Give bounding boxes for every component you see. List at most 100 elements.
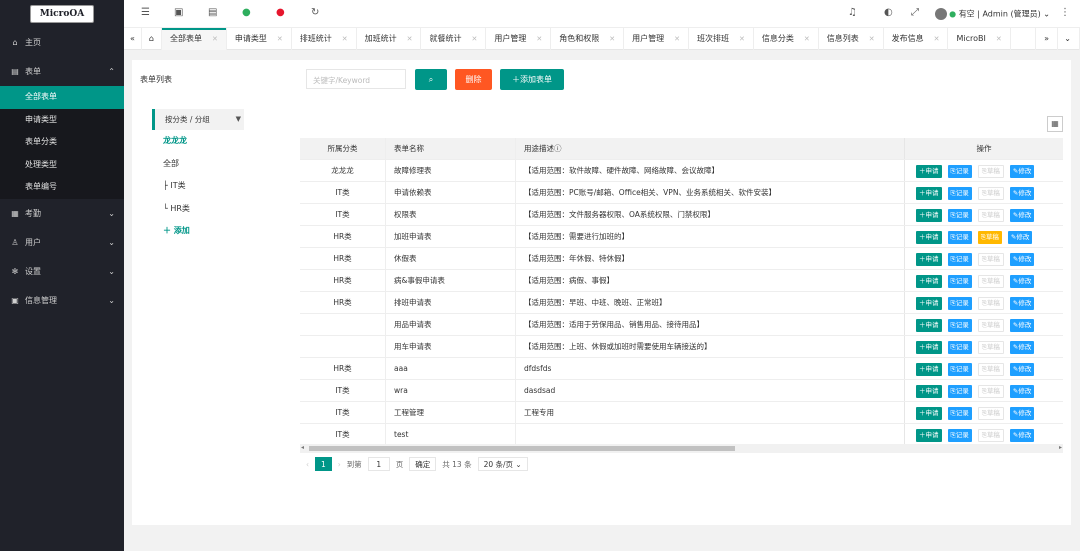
contact-icon[interactable]: ▣ <box>174 7 183 18</box>
add-form-button[interactable]: ＋添加表单 <box>500 69 564 90</box>
close-icon[interactable]: ✕ <box>471 35 477 43</box>
tab-item[interactable]: 就餐统计 ✕ <box>421 28 487 50</box>
edit-button[interactable]: ✎修改 <box>1009 341 1035 354</box>
edit-button[interactable]: ✎修改 <box>1009 187 1035 200</box>
records-button[interactable]: ⎘记录 <box>947 231 972 244</box>
table-row[interactable]: 用品申请表 【适用范围：适用于劳保用品、销售用品、接待用品】 ＋申请 ⎘记录 ⎘草稿 ✎修… <box>300 314 1063 336</box>
bell-icon[interactable]: ♫ <box>848 7 857 18</box>
scroll-thumb[interactable] <box>309 446 735 451</box>
table-row[interactable]: IT类 权限表 【适用范围：文件服务器权限、OA系统权限、门禁权限】 ＋申请 ⎘记录 ⎘草… <box>300 204 1063 226</box>
tree-item[interactable]: 龙龙龙 <box>152 130 244 153</box>
sidebar-item-info[interactable]: ▣ 信息管理 ⌄ <box>0 286 124 315</box>
drafts-button[interactable]: ⎘草稿 <box>977 253 1004 266</box>
drafts-button[interactable]: ⎘草稿 <box>977 407 1004 420</box>
records-button[interactable]: ⎘记录 <box>947 385 972 398</box>
tab-item[interactable]: 发布信息 ✕ <box>884 28 949 50</box>
records-button[interactable]: ⎘记录 <box>947 429 972 442</box>
close-icon[interactable]: ✕ <box>996 35 1002 43</box>
drafts-button[interactable]: ⎘草稿 <box>977 165 1004 178</box>
next-page-icon[interactable]: › <box>338 460 341 469</box>
table-row[interactable]: HR类 aaa dfdsfds ＋申请 ⎘记录 ⎘草稿 ✎修改 <box>300 358 1063 380</box>
close-icon[interactable]: ✕ <box>277 35 283 43</box>
table-row[interactable]: IT类 申请依赖表 【适用范围：PC账号/邮箱、Office相关、VPN、业务系统相… <box>300 182 1063 204</box>
apply-button[interactable]: ＋申请 <box>916 209 942 222</box>
sidebar-item-user[interactable]: ♙ 用户 ⌄ <box>0 228 124 257</box>
submenu-item[interactable]: 表单编号 <box>0 176 124 199</box>
tab-item[interactable]: 信息列表 ✕ <box>819 28 884 50</box>
search-button[interactable]: ⌕ <box>415 69 447 90</box>
tab-item[interactable]: 排班统计 ✕ <box>292 28 357 50</box>
drafts-button[interactable]: ⎘草稿 <box>977 231 1002 244</box>
wechat-icon[interactable]: ● <box>242 7 251 18</box>
close-icon[interactable]: ✕ <box>674 35 680 43</box>
records-button[interactable]: ⎘记录 <box>947 297 972 310</box>
horizontal-scrollbar[interactable]: ◂ ▸ <box>300 444 1063 453</box>
tree-item[interactable]: ＋ 添加 <box>152 220 244 243</box>
submenu-item[interactable]: 全部表单 <box>0 86 124 109</box>
sidebar-item-settings[interactable]: ✻ 设置 ⌄ <box>0 257 124 286</box>
table-row[interactable]: 龙龙龙 故障修理表 【适用范围：软件故障、硬件故障、网络故障、会议故障】 ＋申请 ⎘记录… <box>300 160 1063 182</box>
apply-button[interactable]: ＋申请 <box>916 165 942 178</box>
drafts-button[interactable]: ⎘草稿 <box>977 297 1004 310</box>
table-row[interactable]: 用车申请表 【适用范围：上班、休假或加班时需要使用车辆接送的】 ＋申请 ⎘记录 ⎘草稿 ✎… <box>300 336 1063 358</box>
table-row[interactable]: IT类 wra dasdsad ＋申请 ⎘记录 ⎘草稿 ✎修改 <box>300 380 1063 402</box>
tab-item[interactable]: 申请类型 ✕ <box>227 28 292 50</box>
tabs-menu-icon[interactable]: ⌄ <box>1056 28 1080 50</box>
tree-item[interactable]: ├ IT类 <box>152 175 244 198</box>
sidebar-item-form[interactable]: ▤ 表单 ⌃ <box>0 57 124 86</box>
table-row[interactable]: HR类 休假表 【适用范围：年休假、特休假】 ＋申请 ⎘记录 ⎘草稿 ✎修改 <box>300 248 1063 270</box>
menu-toggle-icon[interactable]: ☰ <box>141 7 150 18</box>
table-row[interactable]: IT类 工程管理 工程专用 ＋申请 ⎘记录 ⎘草稿 ✎修改 <box>300 402 1063 424</box>
records-button[interactable]: ⎘记录 <box>947 341 972 354</box>
document-icon[interactable]: ▤ <box>208 7 217 18</box>
drafts-button[interactable]: ⎘草稿 <box>977 363 1004 376</box>
tab-item[interactable]: 全部表单 ✕ <box>161 28 227 50</box>
goto-confirm-button[interactable]: 确定 <box>409 457 437 471</box>
records-button[interactable]: ⎘记录 <box>947 209 972 222</box>
columns-icon[interactable]: ▦ <box>1047 116 1063 132</box>
table-row[interactable]: HR类 病&事假申请表 【适用范围：病假、事假】 ＋申请 ⎘记录 ⎘草稿 ✎修改 <box>300 270 1063 292</box>
edit-button[interactable]: ✎修改 <box>1009 429 1035 442</box>
edit-button[interactable]: ✎修改 <box>1009 319 1035 332</box>
tab-item[interactable]: MicroBI ✕ <box>948 28 1011 50</box>
tab-item[interactable]: 加班统计 ✕ <box>357 28 422 50</box>
drafts-button[interactable]: ⎘草稿 <box>977 429 1004 442</box>
sidebar-item-home[interactable]: ⌂ 主页 <box>0 28 124 57</box>
delete-button[interactable]: 删除 <box>455 69 492 90</box>
tree-item[interactable]: └ HR类 <box>152 198 244 221</box>
apply-button[interactable]: ＋申请 <box>916 275 942 288</box>
tab-item[interactable]: 角色和权限 ✕ <box>551 28 625 50</box>
home-tab-icon[interactable]: ⌂ <box>142 28 162 50</box>
table-row[interactable]: HR类 排班申请表 【适用范围：早班、中班、晚班、正常班】 ＋申请 ⎘记录 ⎘草稿 ✎修改 <box>300 292 1063 314</box>
fullscreen-icon[interactable]: ⤢ <box>911 7 919 18</box>
drafts-button[interactable]: ⎘草稿 <box>977 275 1004 288</box>
submenu-item[interactable]: 申请类型 <box>0 109 124 132</box>
tree-item[interactable]: 全部 <box>152 153 244 176</box>
drafts-button[interactable]: ⎘草稿 <box>977 319 1004 332</box>
drafts-button[interactable]: ⎘草稿 <box>977 187 1004 200</box>
page-current[interactable]: 1 <box>315 457 332 471</box>
close-icon[interactable]: ✕ <box>869 35 875 43</box>
apply-button[interactable]: ＋申请 <box>916 407 942 420</box>
tree-header[interactable]: 按分类 / 分组 ▼ <box>152 109 244 130</box>
apply-button[interactable]: ＋申请 <box>916 429 942 442</box>
tab-item[interactable]: 用户管理 ✕ <box>486 28 552 50</box>
sidebar-item-attendance[interactable]: ▦ 考勤 ⌄ <box>0 199 124 228</box>
tabs-next-icon[interactable]: » <box>1035 28 1058 50</box>
edit-button[interactable]: ✎修改 <box>1009 165 1035 178</box>
prev-page-icon[interactable]: ‹ <box>306 460 309 469</box>
edit-button[interactable]: ✎修改 <box>1009 275 1035 288</box>
drafts-button[interactable]: ⎘草稿 <box>977 209 1004 222</box>
search-input[interactable]: 关键字/Keyword <box>306 69 406 89</box>
table-row[interactable]: HR类 加班申请表 【适用范围：需要进行加班的】 ＋申请 ⎘记录 ⎘草稿 ✎修改 <box>300 226 1063 248</box>
more-icon[interactable]: ⋮ <box>1060 7 1070 18</box>
tabs-prev-icon[interactable]: « <box>124 28 142 50</box>
drafts-button[interactable]: ⎘草稿 <box>977 385 1004 398</box>
theme-icon[interactable]: ◐ <box>884 7 893 18</box>
edit-button[interactable]: ✎修改 <box>1009 253 1035 266</box>
records-button[interactable]: ⎘记录 <box>947 407 972 420</box>
apply-button[interactable]: ＋申请 <box>916 187 942 200</box>
apply-button[interactable]: ＋申请 <box>916 363 942 376</box>
drafts-button[interactable]: ⎘草稿 <box>977 341 1004 354</box>
tab-item[interactable]: 班次排班 ✕ <box>689 28 754 50</box>
